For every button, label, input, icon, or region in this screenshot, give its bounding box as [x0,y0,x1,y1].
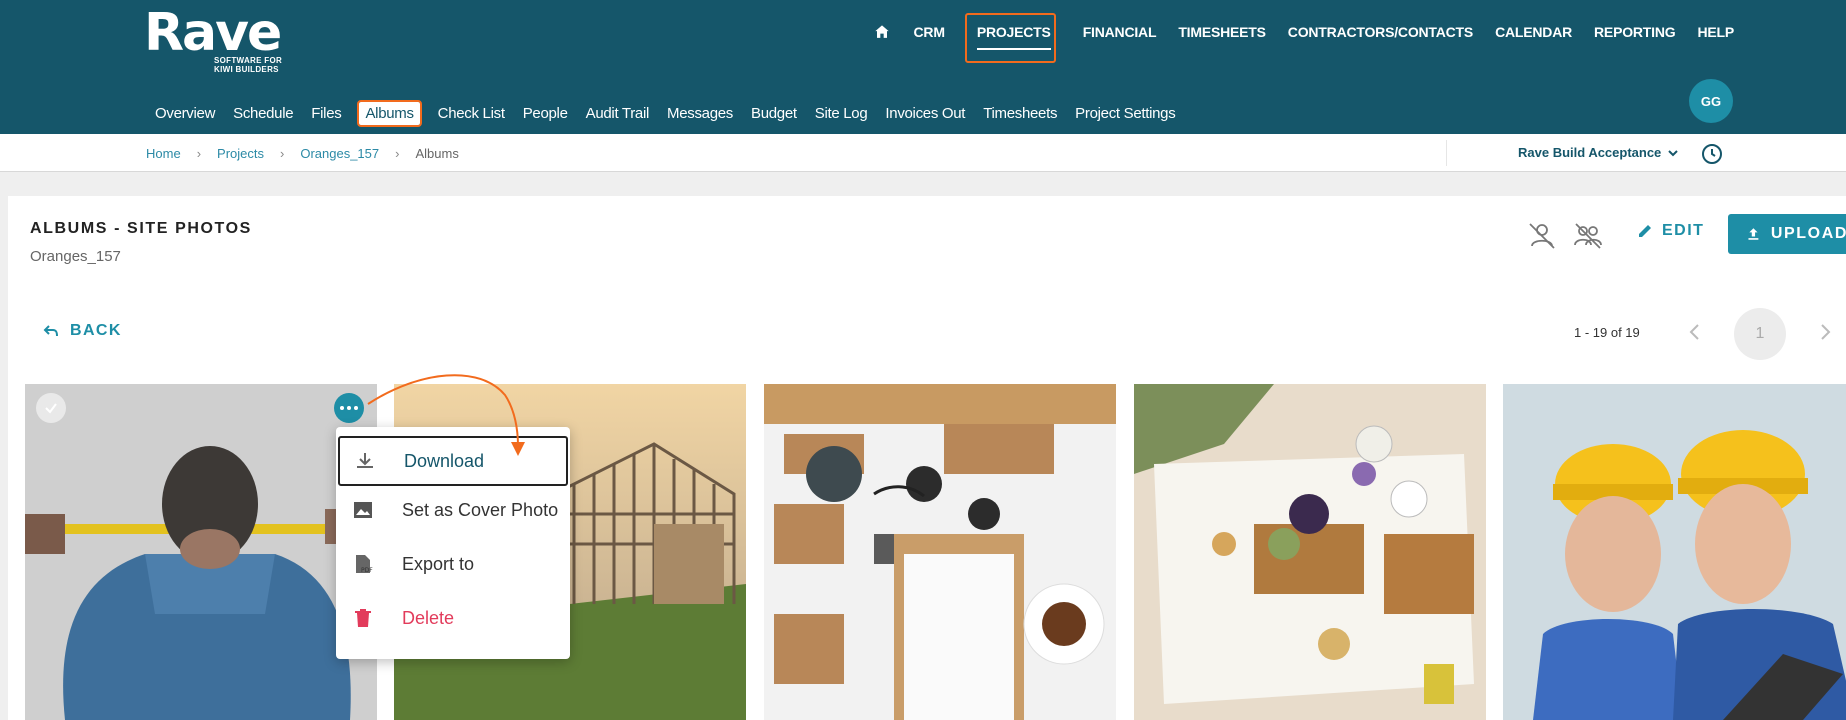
nav-timesheets[interactable]: TIMESHEETS [1178,24,1266,40]
back-button[interactable]: BACK [42,322,122,340]
photo-thumbnail[interactable] [1503,384,1846,720]
tab-schedule[interactable]: Schedule [233,105,293,125]
menu-export-label: Export to [402,553,475,574]
nav-contractors-contacts[interactable]: CONTRACTORS/CONTACTS [1288,24,1473,40]
photo-thumbnail[interactable] [25,384,377,720]
active-underline [976,48,1051,50]
divider [1446,140,1447,166]
select-checkbox[interactable] [36,393,66,423]
logo-tagline: SOFTWARE FOR KIWI BUILDERS [214,56,354,74]
upload-icon [1748,228,1759,240]
breadcrumb-current: Albums [415,146,459,161]
workspace-selector[interactable]: Rave Build Acceptance [1518,145,1679,160]
history-icon[interactable] [1700,142,1724,166]
photo-context-menu: Download Set as Cover Photo PDF Export t… [336,427,570,659]
breadcrumb-home[interactable]: Home [146,146,181,161]
tab-files[interactable]: Files [311,105,341,125]
pagination-current-page[interactable]: 1 [1734,308,1786,360]
user-off-icon[interactable] [1524,218,1560,254]
tab-invoices-out[interactable]: Invoices Out [885,105,965,125]
edit-button[interactable]: EDIT [1636,222,1704,240]
tab-overview[interactable]: Overview [155,105,215,125]
tab-budget[interactable]: Budget [751,105,797,125]
nav-projects[interactable]: PROJECTS [964,13,1061,63]
photo-image [25,384,377,720]
tab-timesheets[interactable]: Timesheets [983,105,1057,125]
tab-albums[interactable]: Albums [357,100,422,127]
more-options-button[interactable] [334,393,364,423]
more-icon [354,406,358,410]
main-nav: CRM PROJECTS FINANCIAL TIMESHEETS CONTRA… [872,13,1734,63]
download-icon [357,453,373,468]
photo-image [764,384,1116,720]
tab-project-settings[interactable]: Project Settings [1075,105,1176,125]
avatar[interactable]: GG [1689,79,1733,123]
photo-image [1134,384,1486,720]
nav-financial[interactable]: FINANCIAL [1083,24,1157,40]
chevron-left-icon[interactable] [1683,320,1707,344]
breadcrumb-projects[interactable]: Projects [217,146,264,161]
nav-crm[interactable]: CRM [914,24,945,40]
breadcrumb-separator: › [196,146,202,161]
image-icon [354,502,372,518]
breadcrumb-project[interactable]: Oranges_157 [300,146,379,161]
rave-logo[interactable]: Rave SOFTWARE FOR KIWI BUILDERS [144,3,282,74]
tagline-line1: SOFTWARE FOR [214,56,283,65]
highlight-box [964,13,1056,63]
nav-calendar[interactable]: CALENDAR [1495,24,1572,40]
menu-export[interactable]: PDF Export to [338,539,568,589]
breadcrumb-separator: › [395,146,400,161]
menu-set-cover-label: Set as Cover Photo [402,499,559,520]
menu-download[interactable]: Download [338,436,568,486]
photo-image [1503,384,1846,720]
pagination-range: 1 - 19 of 19 [1574,325,1640,340]
chevron-right-icon[interactable] [1813,320,1837,344]
pencil-icon [1639,225,1651,237]
back-label: BACK [70,322,122,339]
svg-text:PDF: PDF [361,567,373,574]
project-name: Oranges_157 [30,248,121,265]
more-icon [347,406,351,410]
upload-label: UPLOAD [1770,225,1846,242]
menu-delete[interactable]: Delete [338,593,568,643]
more-icon [340,406,344,410]
tab-check-list[interactable]: Check List [438,105,505,125]
workspace-name: Rave Build Acceptance [1518,145,1662,160]
chevron-down-icon [1668,149,1679,156]
trash-icon [355,609,371,627]
check-icon [45,403,57,414]
menu-set-cover-photo[interactable]: Set as Cover Photo [338,485,568,535]
breadcrumb-separator: › [280,146,285,161]
page-title: ALBUMS - SITE PHOTOS [30,220,252,237]
upload-button[interactable]: UPLOAD [1728,214,1846,254]
nav-help[interactable]: HELP [1697,24,1734,40]
photo-thumbnail[interactable] [764,384,1116,720]
tab-audit-trail[interactable]: Audit Trail [586,105,650,125]
top-header: Rave SOFTWARE FOR KIWI BUILDERS CRM PROJ… [0,0,1846,134]
breadcrumb: Home › Projects › Oranges_157 › Albums [146,146,459,161]
back-arrow-icon [43,325,58,337]
menu-download-label: Download [404,450,485,471]
tab-people[interactable]: People [523,105,568,125]
pdf-icon: PDF [356,555,373,574]
tagline-line2: KIWI BUILDERS [214,65,279,74]
photo-thumbnail[interactable] [1134,384,1486,720]
logo-word: Rave [144,3,282,63]
tab-site-log[interactable]: Site Log [815,105,868,125]
breadcrumb-bar: Home › Projects › Oranges_157 › Albums R… [0,134,1846,172]
tab-messages[interactable]: Messages [667,105,733,125]
menu-delete-label: Delete [402,607,455,628]
home-icon[interactable] [872,22,892,42]
group-off-icon[interactable] [1570,218,1606,254]
nav-reporting[interactable]: REPORTING [1594,24,1676,40]
edit-label: EDIT [1662,222,1705,239]
project-nav: Overview Schedule Files Albums Check Lis… [155,100,1176,127]
